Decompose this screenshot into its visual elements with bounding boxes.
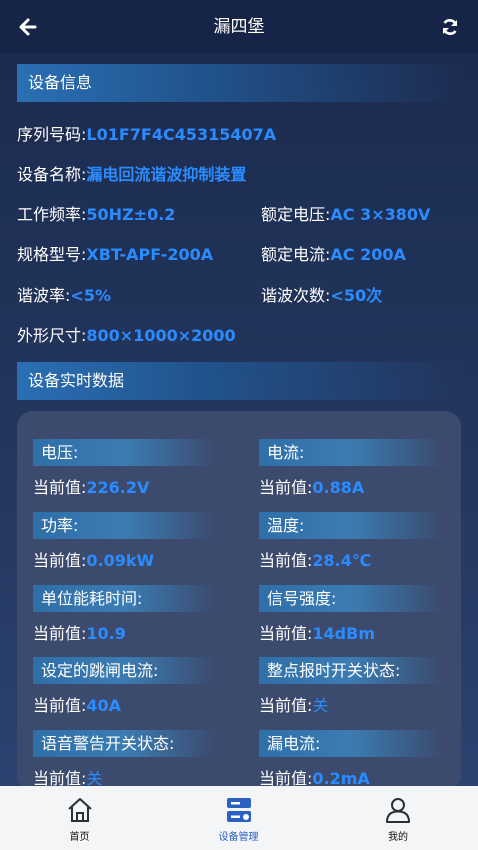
tab-device-management[interactable]: 设备管理: [159, 786, 318, 850]
model-label: 规格型号:: [17, 245, 87, 264]
rated-voltage-value: AC 3×380V: [330, 205, 431, 224]
device-name-value: 漏电回流谐波抑制装置: [86, 165, 247, 184]
rated-current-label: 额定电流:: [261, 245, 331, 264]
size-label: 外形尺寸:: [17, 326, 87, 345]
current-label: 当前值:: [259, 478, 313, 497]
temperature-value: 28.4℃: [312, 551, 372, 570]
serial-value: L01F7F4C45315407A: [86, 125, 277, 144]
rated-voltage-row: 额定电压:AC 3×380V: [261, 201, 430, 225]
tile-label-signal: 信号强度:: [259, 585, 443, 612]
tile-value-voltage: 当前值:226.2V: [33, 474, 149, 498]
voltage-value: 226.2V: [86, 478, 150, 497]
size-row: 外形尺寸:800×1000×2000: [17, 322, 236, 346]
rated-current-value: AC 200A: [330, 245, 406, 264]
tile-value-signal: 当前值:14dBm: [259, 620, 375, 644]
tab-mine[interactable]: 我的: [318, 786, 478, 850]
model-row: 规格型号:XBT-APF-200A: [17, 241, 213, 265]
device-management-icon: [226, 798, 251, 822]
device-info-header: 设备信息: [17, 64, 461, 102]
trip-current-value: 40A: [86, 696, 122, 715]
tab-home[interactable]: 首页: [0, 786, 159, 850]
tile-value-power: 当前值:0.09kW: [33, 547, 154, 571]
refresh-icon[interactable]: [440, 17, 460, 37]
tile-label-voice-alarm: 语音警告开关状态:: [33, 730, 217, 757]
harmonic-rate-value: <5%: [70, 286, 111, 305]
tile-label-power: 功率:: [33, 512, 217, 539]
current-label: 当前值:: [259, 551, 313, 570]
tile-label-temperature: 温度:: [259, 512, 443, 539]
current-label: 当前值:: [33, 696, 87, 715]
tile-value-trip-current: 当前值:40A: [33, 692, 121, 716]
frequency-row: 工作频率:50HZ±0.2: [17, 201, 175, 225]
current-label: 当前值:: [33, 624, 87, 643]
harmonic-rate-row: 谐波率:<5%: [17, 282, 111, 306]
tile-label-current: 电流:: [259, 439, 443, 466]
page-title: 漏四堡: [213, 17, 265, 37]
tile-label-leakage: 漏电流:: [259, 730, 443, 757]
realtime-data-header: 设备实时数据: [17, 362, 461, 400]
tile-label-voltage: 电压:: [33, 439, 217, 466]
bottom-tab-bar: 首页 设备管理 我的: [0, 786, 478, 850]
tab-device-management-label: 设备管理: [218, 832, 259, 843]
energy-time-value: 10.9: [86, 624, 126, 643]
frequency-value: 50HZ±0.2: [86, 205, 176, 224]
tile-label-hourly-chime: 整点报时开关状态:: [259, 657, 443, 684]
tile-value-energy-time: 当前值:10.9: [33, 620, 126, 644]
tab-mine-label: 我的: [388, 832, 408, 843]
harmonic-order-row: 谐波次数:<50次: [261, 282, 382, 306]
current-value: 0.88A: [312, 478, 365, 497]
rated-voltage-label: 额定电压:: [261, 205, 331, 224]
frequency-label: 工作频率:: [17, 205, 87, 224]
user-icon: [386, 798, 410, 823]
power-value: 0.09kW: [86, 551, 155, 570]
tile-value-current: 当前值:0.88A: [259, 474, 364, 498]
tile-label-energy-time: 单位能耗时间:: [33, 585, 217, 612]
current-label: 当前值:: [259, 696, 313, 715]
home-icon: [67, 798, 92, 822]
hourly-chime-value: 关: [312, 696, 329, 715]
app-header: 漏四堡: [0, 0, 478, 54]
harmonic-order-value: <50次: [330, 286, 383, 305]
tab-home-label: 首页: [69, 832, 90, 843]
tile-value-hourly-chime: 当前值:关: [259, 692, 328, 716]
current-label: 当前值:: [259, 624, 313, 643]
tile-value-temperature: 当前值:28.4℃: [259, 547, 371, 571]
harmonic-rate-label: 谐波率:: [17, 286, 71, 305]
serial-label: 序列号码:: [17, 125, 87, 144]
rated-current-row: 额定电流:AC 200A: [261, 241, 406, 265]
device-name-label: 设备名称:: [17, 165, 87, 184]
current-label: 当前值:: [33, 551, 87, 570]
harmonic-order-label: 谐波次数:: [261, 286, 331, 305]
tile-label-trip-current: 设定的跳闸电流:: [33, 657, 217, 684]
signal-value: 14dBm: [312, 624, 375, 643]
serial-row: 序列号码:L01F7F4C45315407A: [17, 121, 276, 145]
device-name-row: 设备名称:漏电回流谐波抑制装置: [17, 161, 246, 185]
model-value: XBT-APF-200A: [86, 245, 214, 264]
current-label: 当前值:: [33, 478, 87, 497]
size-value: 800×1000×2000: [86, 326, 236, 345]
